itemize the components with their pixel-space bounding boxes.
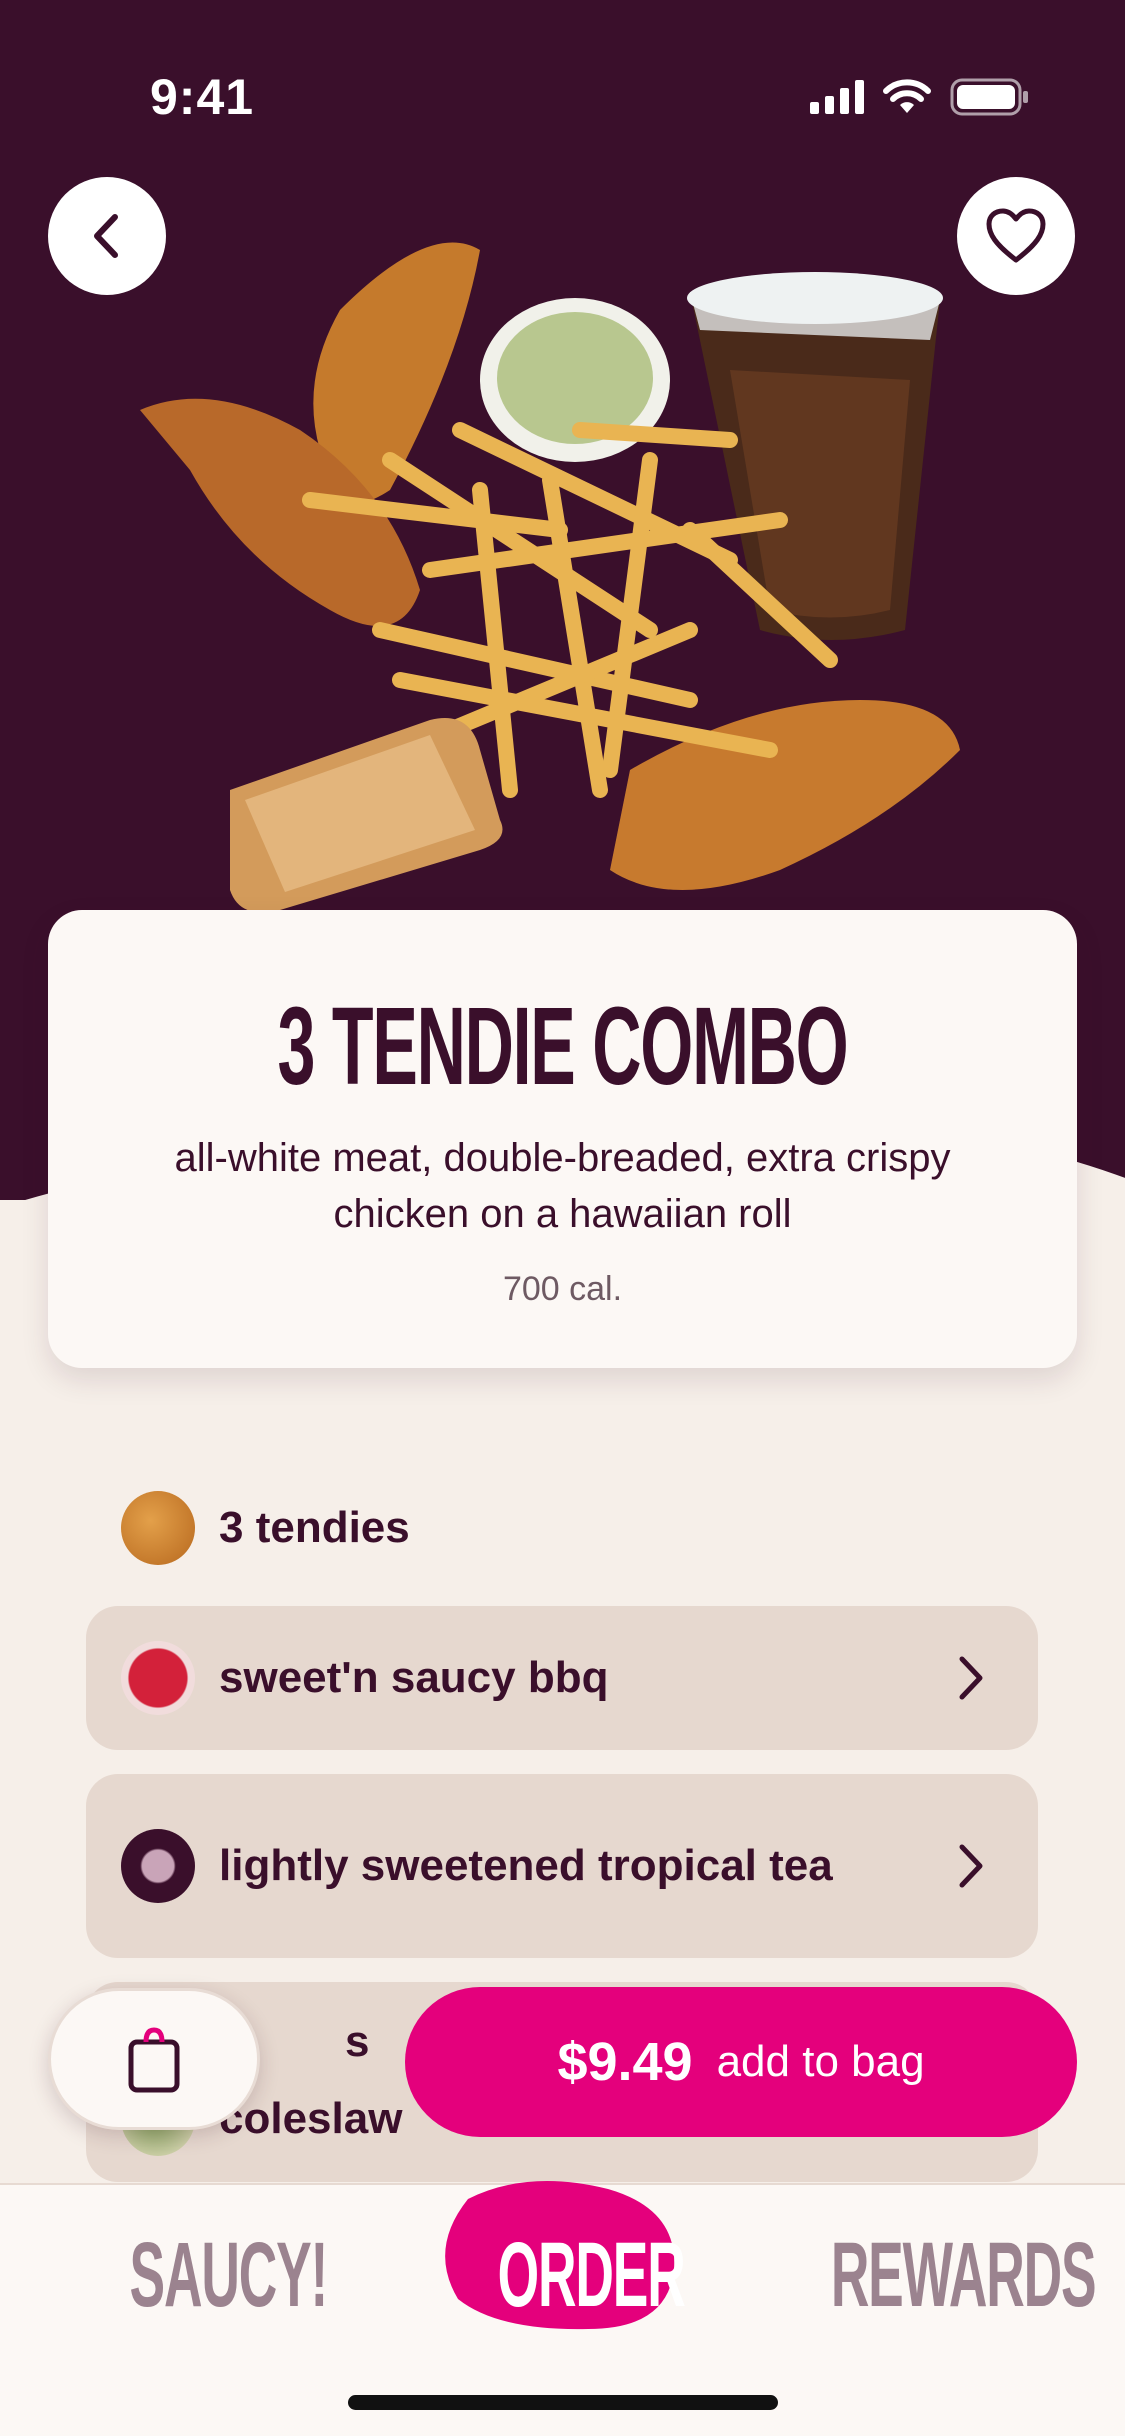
item-label: sweet'n saucy bbq (219, 1653, 609, 1702)
status-bar: 9:41 (0, 0, 1125, 140)
cellular-signal-icon (810, 80, 864, 114)
status-time: 9:41 (150, 69, 255, 125)
tab-saucy[interactable]: SAUCY! (130, 2223, 329, 2328)
tab-order[interactable]: ORDER (498, 2223, 686, 2328)
status-icons (810, 78, 1030, 116)
list-item-tendies: 3 tendies (86, 1480, 1038, 1576)
list-item-sauce[interactable]: sweet'n saucy bbq (86, 1606, 1038, 1750)
item-label: lightly sweetened tropical tea (219, 1841, 833, 1890)
battery-icon (950, 78, 1028, 116)
product-calories: 700 cal. (502, 1270, 623, 1308)
add-to-bag-button[interactable]: $9.49 add to bag (405, 1987, 1077, 2137)
page: 9:41 3 TENDIE COMBO all-white meat, doub… (0, 0, 1125, 2436)
tendies-thumbnail (121, 1491, 195, 1565)
combo-food-image (140, 242, 960, 910)
home-indicator (348, 2395, 778, 2410)
wifi-icon (883, 79, 931, 113)
chevron-right-icon (959, 1656, 983, 1700)
drink-thumbnail (121, 1829, 195, 1903)
item-label: 3 tendies (219, 1503, 410, 1552)
view-bag-button[interactable] (48, 1988, 260, 2130)
item-label: s (345, 2017, 370, 2066)
product-description: all-white meat, double-breaded, extra cr… (174, 1136, 951, 1236)
add-to-bag-label: add to bag (716, 2037, 925, 2086)
sauce-thumbnail (121, 1641, 195, 1715)
price-label: $9.49 (557, 2032, 693, 2092)
product-info-card: 3 TENDIE COMBO all-white meat, double-br… (48, 910, 1077, 1368)
chevron-right-icon (959, 1844, 983, 1888)
tab-rewards[interactable]: REWARDS (831, 2223, 1097, 2328)
chevron-left-icon (94, 214, 118, 258)
product-title: 3 TENDIE COMBO (277, 985, 849, 1108)
shopping-bag-icon (128, 2027, 180, 2093)
list-item-drink[interactable]: lightly sweetened tropical tea (86, 1774, 1038, 1958)
